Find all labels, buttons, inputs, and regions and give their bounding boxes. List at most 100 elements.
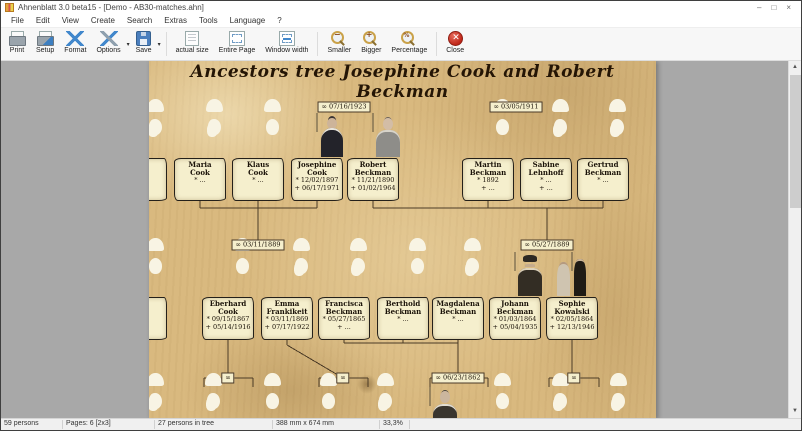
status-separator — [154, 420, 155, 429]
zoom-percent-icon: % — [400, 31, 418, 46]
page-actual-icon — [185, 31, 199, 46]
dropdown-arrow-icon[interactable]: ▾ — [127, 41, 130, 48]
toolbar-button-label: Close — [446, 47, 464, 54]
toolbar-button-label: Smaller — [327, 47, 351, 54]
status-separator — [272, 420, 273, 429]
menu-item-search[interactable]: Search — [121, 16, 158, 25]
toolbar-button-label: Entire Page — [219, 47, 256, 54]
menu-item-tools[interactable]: Tools — [193, 16, 224, 25]
person-box: EmmaFrankikeit* 03/11/1869+ 07/17/1922 — [261, 297, 313, 340]
minimize-icon[interactable]: – — [757, 2, 761, 13]
toolbar-button-label: Format — [64, 47, 86, 54]
marriage-label: ∞ 06/23/1862 — [432, 373, 485, 384]
app-window: Ahnenblatt 3.0 beta15 - [Demo - AB30-mat… — [0, 0, 802, 431]
person-box: FranciscaBeckman* 05/27/1865+ ... — [318, 297, 370, 340]
options-button[interactable]: Options — [92, 29, 124, 59]
maximize-icon[interactable]: □ — [771, 2, 776, 13]
marriage-label: ∞ — [221, 373, 234, 384]
vertical-scrollbar[interactable]: ▲ ▼ — [788, 61, 801, 418]
window-width-button[interactable]: Window width — [261, 29, 312, 59]
status-field: 59 persons — [4, 420, 39, 427]
format-icon — [66, 31, 84, 46]
photo-man-portrait — [372, 114, 374, 132]
toolbar-button-label: Print — [10, 47, 24, 54]
bigger-button[interactable]: +Bigger — [357, 29, 385, 59]
document-page: Ancestors tree Josephine Cook and Robert… — [149, 61, 656, 418]
status-field: 388 mm x 674 mm — [276, 420, 334, 427]
scrollbar-thumb[interactable] — [790, 75, 801, 208]
marriage-label: ∞ 07/16/1923 — [318, 102, 371, 113]
person-box: BertholdBeckman* ... — [377, 297, 429, 340]
page-width-icon — [279, 31, 295, 46]
title-bar: Ahnenblatt 3.0 beta15 - [Demo - AB30-mat… — [1, 1, 801, 14]
tree-title: Ancestors tree Josephine Cook and Robert… — [149, 62, 656, 102]
window-title: Ahnenblatt 3.0 beta15 - [Demo - AB30-mat… — [18, 3, 757, 12]
marriage-label: ∞ — [336, 373, 349, 384]
photo-man-hat-portrait — [514, 253, 516, 271]
percentage-button[interactable]: %Percentage — [387, 29, 431, 59]
person-box: MariaCook* ... — [174, 158, 226, 201]
person-box — [149, 297, 167, 340]
person-box: MagdalenaBeckman* ... — [432, 297, 484, 340]
close-button[interactable]: ✕Close — [442, 29, 468, 59]
toolbar-separator — [436, 32, 437, 56]
status-separator — [409, 420, 410, 429]
person-box: GertrudBeckman* ... — [577, 158, 629, 201]
person-box: KlausCook* ... — [232, 158, 284, 201]
actual-size-button[interactable]: actual size — [172, 29, 213, 59]
marriage-label: ∞ 03/05/1911 — [490, 102, 543, 113]
person-box: MartinBeckman* 1892+ ... — [462, 158, 514, 201]
preview-area: Ancestors tree Josephine Cook and Robert… — [1, 61, 801, 418]
toolbar-button-label: Options — [96, 47, 120, 54]
toolbar-button-label: Window width — [265, 47, 308, 54]
options-icon — [100, 31, 118, 46]
save-icon — [136, 31, 151, 46]
person-box: RobertBeckman* 11/21/1890+ 01/02/1964 — [347, 158, 399, 201]
person-box: SabineLehnhoff* ...+ ... — [520, 158, 572, 201]
close-icon: ✕ — [448, 31, 463, 46]
close-window-icon[interactable]: × — [786, 2, 791, 13]
toolbar-button-label: Percentage — [391, 47, 427, 54]
toolbar-separator — [166, 32, 167, 56]
photo-man-2-portrait — [429, 388, 431, 406]
menu-item-[interactable]: ? — [271, 16, 287, 25]
status-field: 27 persons in tree — [158, 420, 214, 427]
person-box: JosephineCook* 12/02/1897+ 06/17/1971 — [291, 158, 343, 201]
setup-button[interactable]: Setup — [32, 29, 58, 59]
app-icon — [5, 3, 14, 12]
scroll-up-icon[interactable]: ▲ — [789, 61, 801, 74]
menu-item-edit[interactable]: Edit — [30, 16, 56, 25]
smaller-button[interactable]: −Smaller — [323, 29, 355, 59]
status-separator — [379, 420, 380, 429]
menu-item-view[interactable]: View — [56, 16, 85, 25]
toolbar-separator — [317, 32, 318, 56]
toolbar-button-label: Bigger — [361, 47, 381, 54]
dropdown-arrow-icon[interactable]: ▾ — [158, 41, 161, 48]
format-button[interactable]: Format — [60, 29, 90, 59]
save-button[interactable]: Save — [132, 29, 156, 59]
menu-item-extras[interactable]: Extras — [158, 16, 193, 25]
print-button[interactable]: Print — [4, 29, 30, 59]
person-box: SophieKowalski* 02/05/1864+ 12/13/1946 — [546, 297, 598, 340]
zoom-in-icon: + — [362, 31, 380, 46]
menu-item-file[interactable]: File — [5, 16, 30, 25]
marriage-label: ∞ — [567, 373, 580, 384]
toolbar-button-label: Save — [136, 47, 152, 54]
status-field: 33,3% — [383, 420, 403, 427]
status-separator — [62, 420, 63, 429]
print-icon — [8, 31, 26, 46]
toolbar-button-label: actual size — [176, 47, 209, 54]
status-bar: 59 personsPages: 6 [2x3]27 persons in tr… — [1, 418, 801, 430]
tree-connector-lines — [149, 61, 656, 418]
entire-page-button[interactable]: Entire Page — [215, 29, 260, 59]
person-box: EberhardCook* 09/15/1867+ 05/14/1916 — [202, 297, 254, 340]
menu-item-create[interactable]: Create — [85, 16, 121, 25]
menu-item-language[interactable]: Language — [224, 16, 272, 25]
setup-icon — [36, 31, 54, 46]
zoom-out-icon: − — [330, 31, 348, 46]
scroll-down-icon[interactable]: ▼ — [789, 405, 801, 418]
toolbar-button-label: Setup — [36, 47, 54, 54]
photo-woman-portrait — [316, 114, 318, 132]
person-box: JohannBeckman* 01/03/1864+ 05/04/1935 — [489, 297, 541, 340]
marriage-label: ∞ 03/11/1889 — [232, 240, 285, 251]
